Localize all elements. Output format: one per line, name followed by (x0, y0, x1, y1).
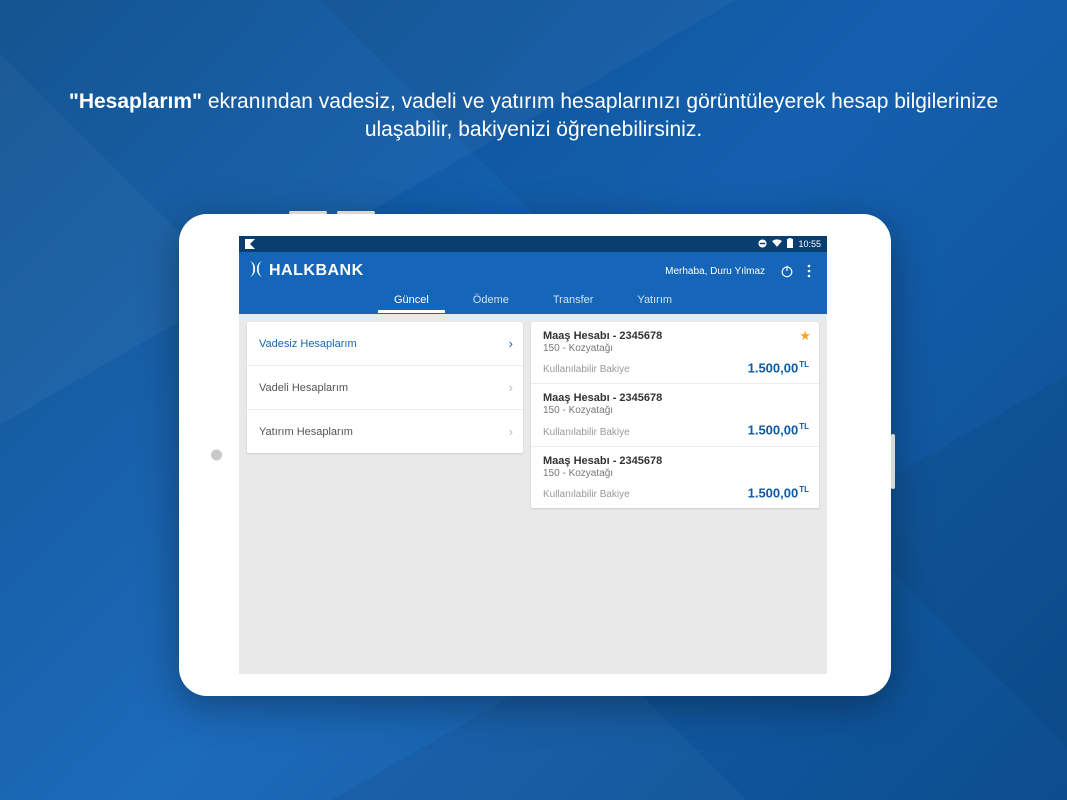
tablet-camera (211, 450, 222, 461)
account-branch: 150 - Kozyatağı (543, 343, 809, 354)
do-not-disturb-icon (758, 239, 767, 250)
balance-label: Kullanılabilir Bakiye (543, 427, 630, 438)
tabs: Güncel Ödeme Transfer Yatırım (239, 290, 827, 314)
sidebar-item-vadesiz[interactable]: Vadesiz Hesaplarım › (247, 322, 523, 366)
accounts-card: ★ Maaş Hesabı - 2345678 150 - Kozyatağı … (531, 322, 819, 508)
statusbar-app-icon (245, 239, 255, 250)
wifi-icon (772, 239, 782, 250)
tab-transfer[interactable]: Transfer (551, 294, 596, 310)
tablet-button (891, 434, 895, 489)
sidebar: Vadesiz Hesaplarım › Vadeli Hesaplarım ›… (239, 314, 529, 674)
chevron-right-icon: › (509, 336, 513, 351)
account-title: Maaş Hesabı - 2345678 (543, 392, 809, 404)
account-title: Maaş Hesabı - 2345678 (543, 455, 809, 467)
app-screen: 10:55 HALKBANK Merhaba, Duru Yılmaz (239, 236, 827, 674)
balance-value: 1.500,00TL (748, 360, 809, 375)
account-row[interactable]: Maaş Hesabı - 2345678 150 - Kozyatağı Ku… (531, 384, 819, 446)
chevron-right-icon: › (509, 424, 513, 439)
balance-value: 1.500,00TL (748, 422, 809, 437)
promo-bold: "Hesaplarım" (69, 90, 202, 113)
tab-odeme[interactable]: Ödeme (471, 294, 511, 310)
account-branch: 150 - Kozyatağı (543, 405, 809, 416)
account-branch: 150 - Kozyatağı (543, 468, 809, 479)
sidebar-item-label: Yatırım Hesaplarım (259, 426, 353, 438)
greeting: Merhaba, Duru Yılmaz (665, 266, 765, 277)
tablet-button (289, 211, 327, 214)
statusbar-time: 10:55 (798, 239, 821, 249)
brand: HALKBANK (247, 260, 364, 283)
tab-yatirim[interactable]: Yatırım (635, 294, 674, 310)
tab-guncel[interactable]: Güncel (392, 294, 431, 310)
promo-rest: ekranından vadesiz, vadeli ve yatırım he… (202, 90, 998, 141)
content: Vadesiz Hesaplarım › Vadeli Hesaplarım ›… (239, 314, 827, 674)
sidebar-item-label: Vadesiz Hesaplarım (259, 338, 357, 350)
promo-text: "Hesaplarım" ekranından vadesiz, vadeli … (0, 88, 1067, 145)
star-icon[interactable]: ★ (799, 328, 811, 344)
logout-button[interactable] (779, 263, 795, 279)
brand-logo-icon (247, 260, 265, 283)
balance-label: Kullanılabilir Bakiye (543, 489, 630, 500)
sidebar-item-yatirim[interactable]: Yatırım Hesaplarım › (247, 410, 523, 453)
sidebar-item-vadeli[interactable]: Vadeli Hesaplarım › (247, 366, 523, 410)
statusbar: 10:55 (239, 236, 827, 252)
chevron-right-icon: › (509, 380, 513, 395)
appbar: HALKBANK Merhaba, Duru Yılmaz (239, 252, 827, 290)
sidebar-item-label: Vadeli Hesaplarım (259, 382, 348, 394)
balance-label: Kullanılabilir Bakiye (543, 364, 630, 375)
balance-value: 1.500,00TL (748, 485, 809, 500)
brand-name: HALKBANK (269, 262, 364, 280)
tablet-button (337, 211, 375, 214)
battery-icon (787, 238, 793, 250)
accounts-panel: ★ Maaş Hesabı - 2345678 150 - Kozyatağı … (529, 314, 827, 674)
tablet-frame: 10:55 HALKBANK Merhaba, Duru Yılmaz (179, 214, 891, 696)
account-title: Maaş Hesabı - 2345678 (543, 330, 809, 342)
account-row[interactable]: ★ Maaş Hesabı - 2345678 150 - Kozyatağı … (531, 322, 819, 384)
sidebar-card: Vadesiz Hesaplarım › Vadeli Hesaplarım ›… (247, 322, 523, 453)
more-button[interactable] (801, 263, 817, 279)
account-row[interactable]: Maaş Hesabı - 2345678 150 - Kozyatağı Ku… (531, 447, 819, 508)
